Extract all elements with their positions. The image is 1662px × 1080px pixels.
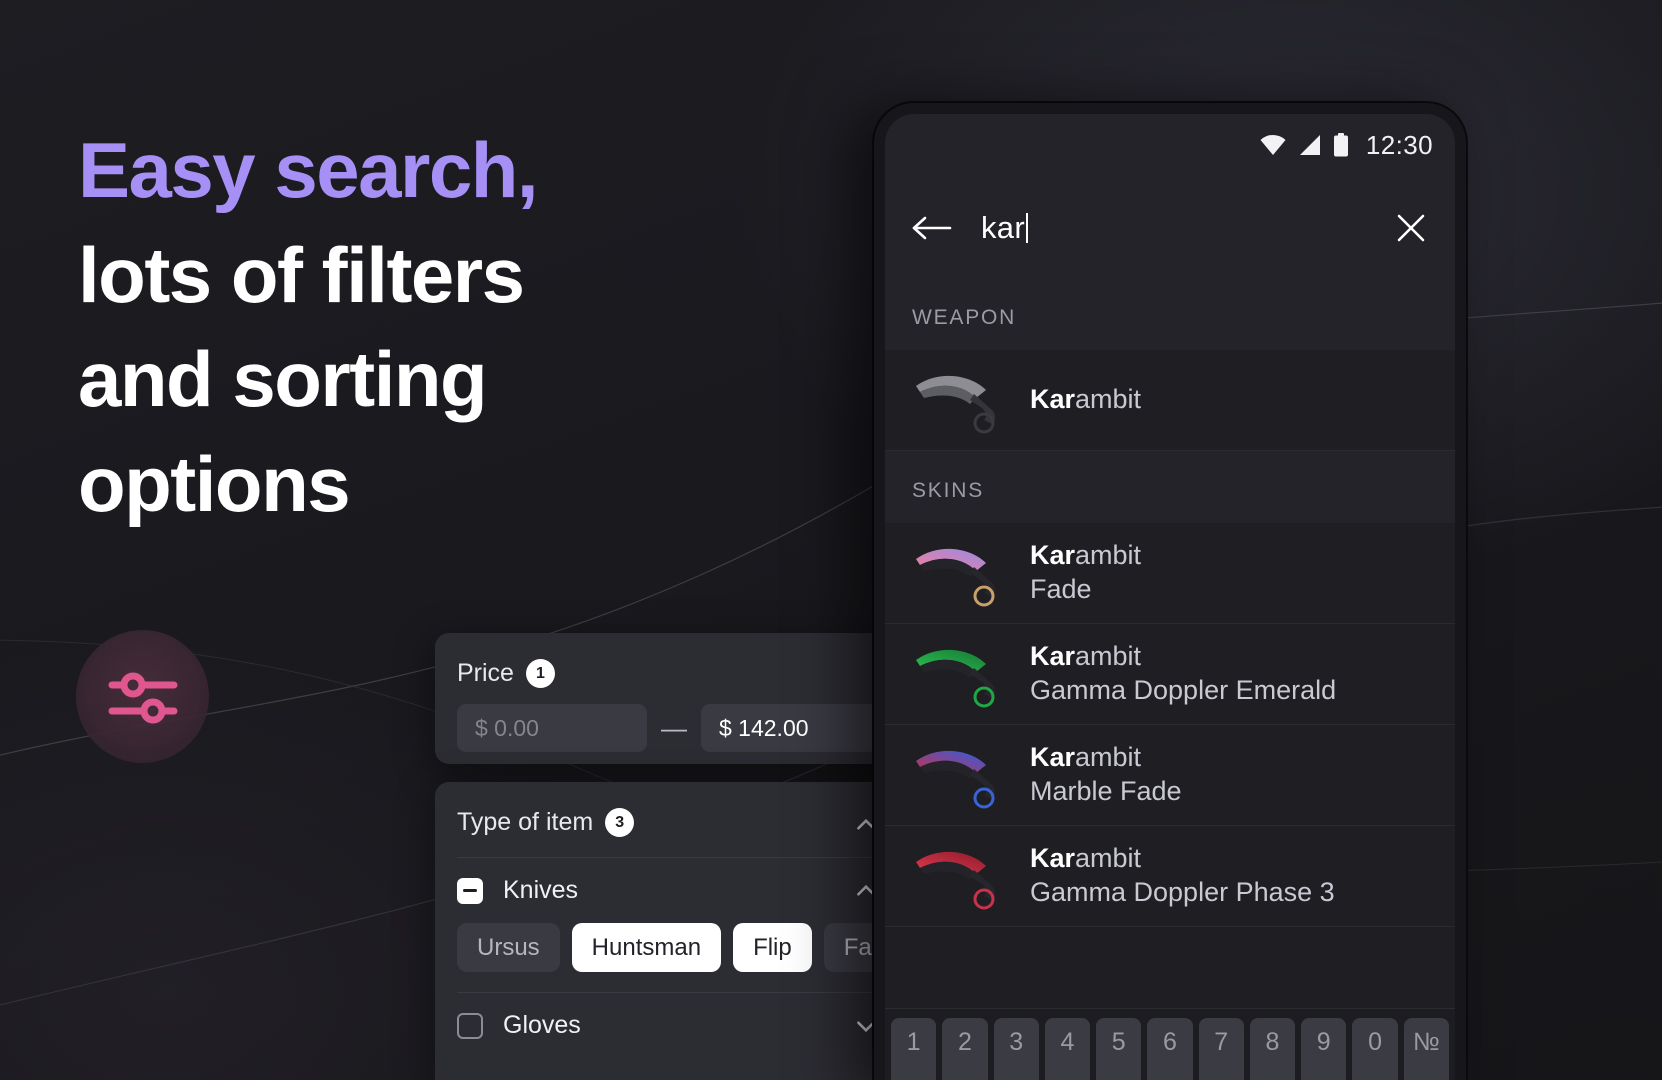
- key-numero[interactable]: №: [1403, 1018, 1449, 1080]
- knife-icon: [916, 548, 995, 607]
- price-filter-panel: Price 1 $ 0.00 — $ 142.00: [435, 633, 935, 764]
- price-range-separator: —: [661, 712, 687, 743]
- headline-line-3: and sorting: [78, 335, 488, 424]
- weapon-result-list: Karambit: [885, 350, 1455, 451]
- item-rest-text: ambit: [1075, 742, 1142, 773]
- price-range-row: $ 0.00 — $ 142.00: [435, 688, 935, 752]
- item-title: Karambit Gamma Doppler Phase 3: [1030, 842, 1335, 910]
- list-item[interactable]: Karambit: [885, 350, 1455, 451]
- search-input[interactable]: kar: [981, 210, 1365, 246]
- item-match-text: Kar: [1030, 540, 1076, 571]
- headline: Easy search, lots of filters and sorting…: [78, 118, 698, 536]
- keyboard-number-row: 1 2 3 4 5 6 7 8 9 0 №: [885, 1008, 1455, 1080]
- price-filter-header[interactable]: Price 1: [435, 633, 935, 688]
- item-match-text: Kar: [1030, 641, 1076, 672]
- price-filter-count: 1: [525, 659, 555, 688]
- headline-line-2: lots of filters: [78, 230, 525, 319]
- text-caret: [1025, 213, 1028, 243]
- section-label-skins: SKINS: [885, 451, 1455, 523]
- item-title: Karambit Marble Fade: [1030, 741, 1182, 809]
- item-rest-text: ambit: [1075, 641, 1142, 672]
- type-of-item-count: 3: [605, 808, 635, 837]
- key-9[interactable]: 9: [1301, 1018, 1347, 1080]
- chip-flip[interactable]: Flip: [733, 923, 812, 972]
- item-subtitle: Gamma Doppler Phase 3: [1030, 877, 1335, 907]
- key-7[interactable]: 7: [1198, 1018, 1244, 1080]
- list-item[interactable]: Karambit Gamma Doppler Emerald: [885, 624, 1455, 725]
- close-icon[interactable]: [1393, 210, 1429, 246]
- type-of-item-header[interactable]: Type of item 3: [435, 782, 935, 837]
- karambit-phase3-thumbnail: [912, 840, 1008, 912]
- headline-line-1: Easy search,: [78, 126, 539, 214]
- item-rest-text: ambit: [1075, 843, 1142, 874]
- search-bar: kar: [885, 176, 1455, 280]
- key-4[interactable]: 4: [1044, 1018, 1091, 1080]
- phone-screen: 12:30 kar WEAPON Karambit SKINS Karambit…: [885, 114, 1455, 1080]
- price-max-input[interactable]: $ 142.00: [701, 704, 891, 752]
- knife-icon: [916, 750, 995, 809]
- knives-chip-list: Ursus Huntsman Flip Falchion: [435, 905, 955, 972]
- key-6[interactable]: 6: [1147, 1018, 1193, 1080]
- item-title: Karambit: [1030, 383, 1141, 417]
- skins-result-list: Karambit Fade Karambit Gamma Doppler Eme…: [885, 523, 1455, 927]
- gloves-checkbox[interactable]: [457, 1012, 483, 1039]
- price-filter-title: Price: [457, 659, 514, 687]
- key-1[interactable]: 1: [891, 1018, 937, 1080]
- knives-checkbox[interactable]: [457, 877, 483, 904]
- sliders-icon: [108, 672, 177, 723]
- knife-icon: [916, 851, 995, 910]
- signal-icon: [1299, 135, 1320, 155]
- back-arrow-icon[interactable]: [911, 213, 953, 243]
- filter-badge[interactable]: [76, 630, 209, 763]
- gloves-label: Gloves: [503, 1011, 581, 1039]
- price-min-input[interactable]: $ 0.00: [457, 704, 647, 752]
- gloves-group-row[interactable]: Gloves: [435, 993, 935, 1040]
- item-title: Karambit Fade: [1030, 539, 1141, 607]
- karambit-thumbnail: [912, 364, 1008, 436]
- key-5[interactable]: 5: [1096, 1018, 1142, 1080]
- item-subtitle: Gamma Doppler Emerald: [1030, 675, 1337, 705]
- section-label-weapon: WEAPON: [885, 280, 1455, 350]
- knife-icon: [916, 649, 995, 708]
- status-bar-time: 12:30: [1365, 129, 1433, 160]
- status-bar: 12:30: [885, 114, 1455, 176]
- knives-group-row[interactable]: Knives: [435, 858, 935, 905]
- item-subtitle: Fade: [1030, 574, 1092, 604]
- headline-line-4: options: [78, 439, 351, 528]
- item-title: Karambit Gamma Doppler Emerald: [1030, 640, 1336, 708]
- item-rest-text: ambit: [1075, 384, 1142, 415]
- list-item[interactable]: Karambit Fade: [885, 523, 1455, 624]
- list-item[interactable]: Karambit Marble Fade: [885, 725, 1455, 826]
- battery-icon: [1333, 133, 1348, 157]
- key-2[interactable]: 2: [942, 1018, 988, 1080]
- item-subtitle: Marble Fade: [1030, 776, 1182, 806]
- item-match-text: Kar: [1030, 742, 1076, 773]
- item-match-text: Kar: [1030, 384, 1076, 415]
- phone-mockup: 12:30 kar WEAPON Karambit SKINS Karambit…: [874, 103, 1466, 1080]
- wifi-icon: [1260, 134, 1286, 155]
- search-query-text: kar: [981, 210, 1025, 245]
- key-0[interactable]: 0: [1352, 1018, 1398, 1080]
- chip-ursus[interactable]: Ursus: [457, 923, 560, 972]
- knives-label: Knives: [503, 876, 579, 904]
- knife-icon: [916, 375, 995, 434]
- key-3[interactable]: 3: [993, 1018, 1039, 1080]
- item-rest-text: ambit: [1075, 540, 1142, 571]
- type-of-item-title: Type of item: [457, 808, 594, 836]
- type-of-item-filter-panel: Type of item 3 Knives Ursus Huntsman Fli…: [435, 782, 955, 1080]
- karambit-emerald-thumbnail: [912, 638, 1008, 710]
- item-match-text: Kar: [1030, 843, 1076, 874]
- karambit-fade-thumbnail: [912, 537, 1008, 609]
- list-item[interactable]: Karambit Gamma Doppler Phase 3: [885, 826, 1455, 927]
- karambit-marble-fade-thumbnail: [912, 739, 1008, 811]
- key-8[interactable]: 8: [1249, 1018, 1296, 1080]
- chip-huntsman[interactable]: Huntsman: [571, 923, 722, 972]
